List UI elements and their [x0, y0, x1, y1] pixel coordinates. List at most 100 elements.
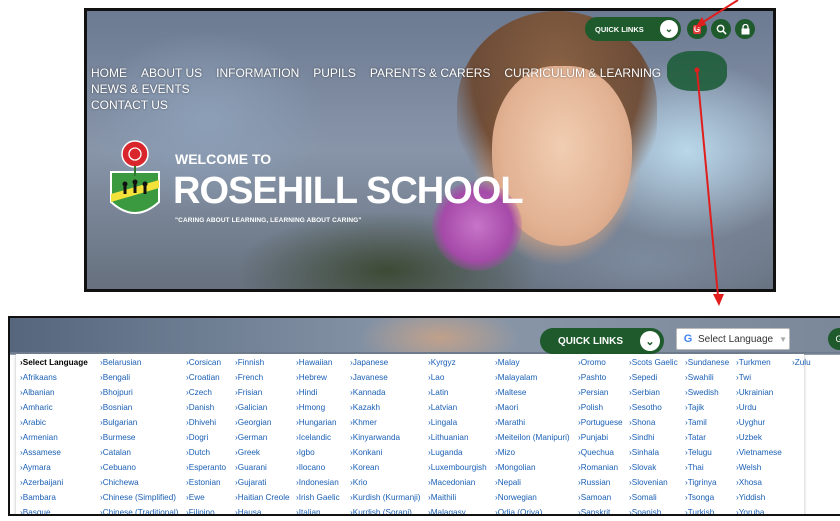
- language-option[interactable]: ›Turkmen: [736, 358, 771, 368]
- language-option[interactable]: ›Nepali: [495, 478, 521, 488]
- language-option[interactable]: ›Kurdish (Kurmanji): [350, 493, 421, 503]
- language-option[interactable]: ›Gujarati: [235, 478, 266, 488]
- language-option[interactable]: ›Armenian: [20, 433, 58, 443]
- language-option[interactable]: ›Konkani: [350, 448, 382, 458]
- language-option[interactable]: ›Quechua: [578, 448, 614, 458]
- language-option[interactable]: ›Telugu: [685, 448, 712, 458]
- language-option[interactable]: ›Basque: [20, 508, 51, 514]
- language-option[interactable]: ›Thai: [685, 463, 704, 473]
- language-option[interactable]: ›Lao: [428, 373, 444, 383]
- language-option[interactable]: ›Japanese: [350, 358, 388, 368]
- nav-curriculum-learning[interactable]: CURRICULUM & LEARNING: [504, 65, 661, 81]
- language-option[interactable]: ›Yoruba: [736, 508, 764, 514]
- language-option[interactable]: ›Sindhi: [629, 433, 655, 443]
- login-button[interactable]: [735, 19, 755, 39]
- language-option[interactable]: ›Vietnamese: [736, 448, 782, 458]
- language-option[interactable]: ›Shona: [629, 418, 655, 428]
- language-option[interactable]: ›Catalan: [100, 448, 131, 458]
- language-option[interactable]: ›Serbian: [629, 388, 660, 398]
- language-option[interactable]: ›Macedonian: [428, 478, 475, 488]
- language-option[interactable]: ›Tigrinya: [685, 478, 717, 488]
- language-option[interactable]: ›German: [235, 433, 267, 443]
- language-option[interactable]: ›Amharic: [20, 403, 53, 413]
- language-option[interactable]: ›Kyrgyz: [428, 358, 456, 368]
- language-option[interactable]: ›Meiteilon (Manipuri): [495, 433, 570, 443]
- language-option[interactable]: ›Bengali: [100, 373, 130, 383]
- language-option[interactable]: ›Twi: [736, 373, 751, 383]
- language-option[interactable]: ›Bosnian: [100, 403, 132, 413]
- language-option[interactable]: ›Uyghur: [736, 418, 765, 428]
- language-option[interactable]: ›Dogri: [186, 433, 208, 443]
- language-option[interactable]: ›Maltese: [495, 388, 526, 398]
- language-option[interactable]: ›Esperanto: [186, 463, 226, 473]
- language-option[interactable]: ›Marathi: [495, 418, 525, 428]
- language-option[interactable]: ›Indonesian: [296, 478, 339, 488]
- language-option[interactable]: ›Romanian: [578, 463, 618, 473]
- language-option[interactable]: ›Norwegian: [495, 493, 537, 503]
- language-option[interactable]: ›Sinhala: [629, 448, 659, 458]
- language-option[interactable]: ›Lingala: [428, 418, 457, 428]
- language-option[interactable]: ›Dhivehi: [186, 418, 216, 428]
- language-option[interactable]: ›Burmese: [100, 433, 136, 443]
- language-option[interactable]: ›Bulgarian: [100, 418, 137, 428]
- language-option[interactable]: ›Malagasy: [428, 508, 466, 514]
- nav-information[interactable]: INFORMATION: [216, 65, 299, 81]
- language-option[interactable]: ›Icelandic: [296, 433, 331, 443]
- language-option[interactable]: ›Select Language: [20, 358, 88, 368]
- language-option[interactable]: ›Corsican: [186, 358, 221, 368]
- nav-pupils[interactable]: PUPILS: [313, 65, 356, 81]
- language-option[interactable]: ›Filipino: [186, 508, 215, 514]
- language-option[interactable]: ›Bambara: [20, 493, 56, 503]
- language-option[interactable]: ›Tatar: [685, 433, 706, 443]
- language-option[interactable]: ›Khmer: [350, 418, 377, 428]
- language-select[interactable]: G Select Language ▼: [676, 328, 790, 350]
- nav-news-events[interactable]: NEWS & EVENTS: [91, 81, 190, 97]
- language-option[interactable]: ›Hmong: [296, 403, 325, 413]
- language-option[interactable]: ›Chinese (Traditional): [100, 508, 178, 514]
- language-option[interactable]: ›Galician: [235, 403, 267, 413]
- language-option[interactable]: ›Punjabi: [578, 433, 608, 443]
- language-option[interactable]: ›Yiddish: [736, 493, 765, 503]
- language-option[interactable]: ›Zulu: [792, 358, 811, 368]
- language-option[interactable]: ›Kazakh: [350, 403, 380, 413]
- language-option[interactable]: ›Malayalam: [495, 373, 537, 383]
- language-option[interactable]: ›Arabic: [20, 418, 46, 428]
- language-option[interactable]: ›Afrikaans: [20, 373, 57, 383]
- language-option[interactable]: ›Tamil: [685, 418, 707, 428]
- language-option[interactable]: ›Chinese (Simplified): [100, 493, 176, 503]
- language-option[interactable]: ›Slovak: [629, 463, 656, 473]
- language-option[interactable]: ›Polish: [578, 403, 603, 413]
- language-option[interactable]: ›Greek: [235, 448, 260, 458]
- language-option[interactable]: ›Haitian Creole: [235, 493, 290, 503]
- language-option[interactable]: ›Estonian: [186, 478, 221, 488]
- language-option[interactable]: ›Odia (Oriya): [495, 508, 542, 514]
- language-option[interactable]: ›Sanskrit: [578, 508, 610, 514]
- language-option[interactable]: ›Luganda: [428, 448, 463, 458]
- language-option[interactable]: ›Hawaiian: [296, 358, 332, 368]
- language-option[interactable]: ›Sepedi: [629, 373, 657, 383]
- language-option[interactable]: ›Mongolian: [495, 463, 536, 473]
- language-option[interactable]: ›Czech: [186, 388, 212, 398]
- language-option[interactable]: ›Dutch: [186, 448, 210, 458]
- language-option[interactable]: ›Scots Gaelic: [629, 358, 678, 368]
- language-option[interactable]: ›Finnish: [235, 358, 264, 368]
- language-option[interactable]: ›Guarani: [235, 463, 267, 473]
- nav-about-us[interactable]: ABOUT US: [141, 65, 202, 81]
- language-option[interactable]: ›Latvian: [428, 403, 457, 413]
- language-option[interactable]: ›Somali: [629, 493, 657, 503]
- language-option[interactable]: ›Luxembourgish: [428, 463, 487, 473]
- language-option[interactable]: ›Hausa: [235, 508, 261, 514]
- language-option[interactable]: ›Oromo: [578, 358, 606, 368]
- language-option[interactable]: ›Uzbek: [736, 433, 762, 443]
- language-option[interactable]: ›Turkish: [685, 508, 714, 514]
- language-option[interactable]: ›Tajik: [685, 403, 704, 413]
- language-option[interactable]: ›Tsonga: [685, 493, 714, 503]
- language-option[interactable]: ›Latin: [428, 388, 448, 398]
- language-option[interactable]: ›Ewe: [186, 493, 205, 503]
- language-option[interactable]: ›Hebrew: [296, 373, 327, 383]
- language-option[interactable]: ›Swedish: [685, 388, 719, 398]
- language-option[interactable]: ›Malay: [495, 358, 520, 368]
- translate-button[interactable]: G: [687, 19, 707, 39]
- language-option[interactable]: ›Urdu: [736, 403, 756, 413]
- language-option[interactable]: ›Hindi: [296, 388, 317, 398]
